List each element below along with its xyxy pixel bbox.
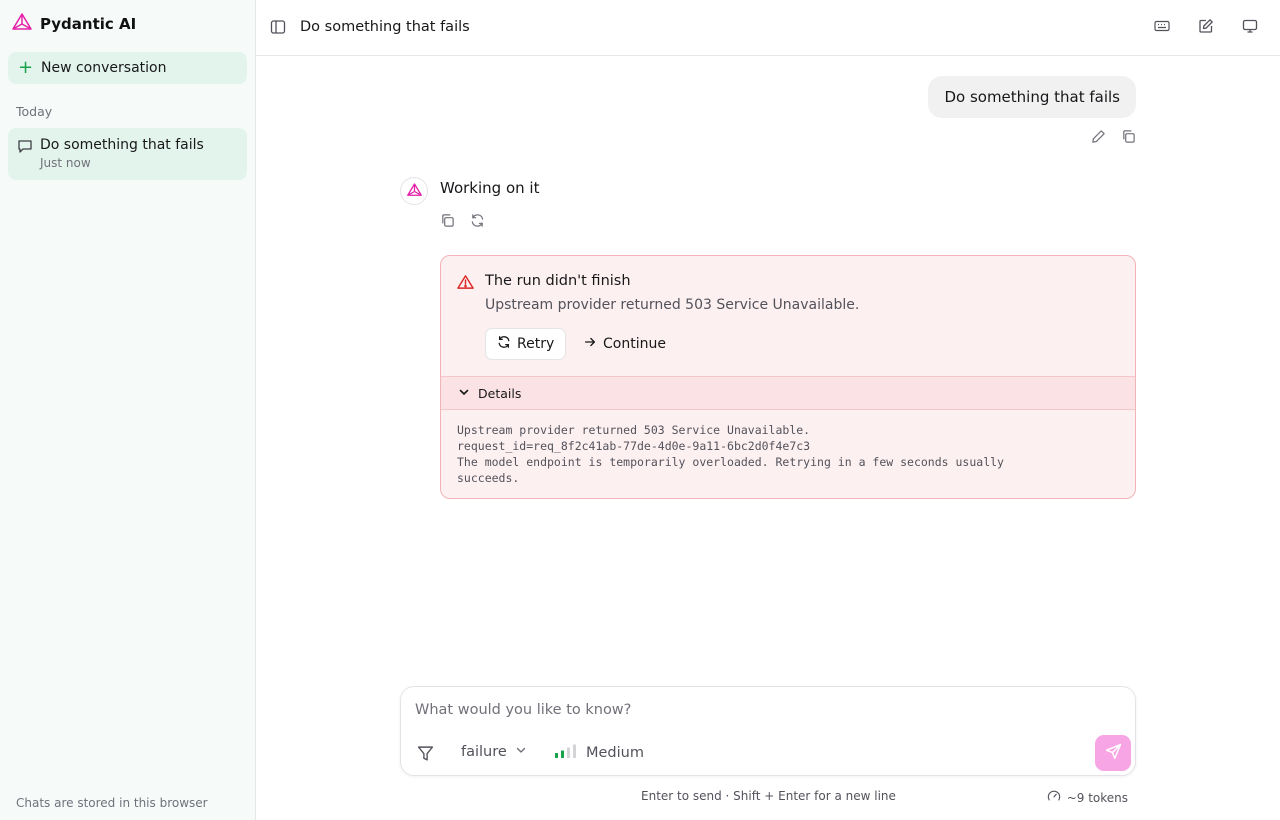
new-conversation-label: New conversation — [41, 60, 167, 76]
effort-selector[interactable]: Medium — [554, 744, 644, 762]
details-toggle[interactable]: Details — [441, 376, 1135, 410]
sidebar-toggle-icon[interactable] — [270, 19, 286, 39]
continue-label: Continue — [603, 336, 666, 352]
refresh-icon — [497, 335, 511, 353]
retry-label: Retry — [517, 336, 555, 352]
keyboard-icon[interactable] — [1154, 18, 1170, 38]
error-message: Upstream provider returned 503 Service U… — [485, 297, 860, 313]
chevron-down-icon — [515, 744, 527, 760]
new-conversation-button[interactable]: + New conversation — [8, 52, 247, 84]
model-value: failure — [461, 744, 507, 760]
sidebar: Pydantic AI + New conversation Today Do … — [0, 0, 256, 820]
error-card: The run didn't finish Upstream provider … — [440, 255, 1136, 499]
arrow-right-icon — [583, 335, 597, 353]
pydantic-logo-icon — [406, 182, 422, 201]
model-selector[interactable]: failure — [461, 744, 527, 760]
conversation-header-title: Do something that fails — [300, 19, 470, 35]
conversation-timestamp: Just now — [40, 156, 91, 170]
conversation-item[interactable]: Do something that fails Just now — [8, 128, 247, 180]
details-label: Details — [478, 385, 522, 401]
error-details-text: Upstream provider returned 503 Service U… — [457, 423, 1004, 485]
user-message: Do something that fails — [928, 76, 1136, 118]
message-input[interactable] — [415, 699, 1115, 721]
storage-note: Chats are stored in this browser — [16, 796, 208, 810]
pydantic-logo-icon — [12, 13, 32, 35]
section-label-today: Today — [16, 104, 53, 119]
user-message-text: Do something that fails — [944, 88, 1120, 106]
app-title: Pydantic AI — [40, 15, 137, 33]
filter-icon[interactable] — [417, 745, 434, 766]
top-bar: Do something that fails — [256, 0, 1280, 56]
warning-icon — [457, 274, 474, 294]
effort-value: Medium — [586, 745, 644, 761]
pencil-icon[interactable] — [1091, 129, 1106, 148]
continue-button[interactable]: Continue — [575, 328, 674, 360]
gauge-icon — [1047, 789, 1061, 806]
chat-bubble-icon — [17, 138, 33, 158]
assistant-avatar — [400, 177, 428, 205]
retry-button[interactable]: Retry — [485, 328, 567, 360]
monitor-icon[interactable] — [1242, 18, 1258, 38]
plus-icon: + — [18, 57, 34, 78]
token-counter: ~9 tokens — [1047, 789, 1128, 806]
copy-icon[interactable] — [1121, 129, 1136, 148]
send-button[interactable] — [1095, 735, 1131, 771]
token-count: ~9 tokens — [1066, 790, 1128, 805]
error-title: The run didn't finish — [485, 273, 631, 289]
chevron-down-icon — [458, 386, 470, 401]
send-icon — [1105, 743, 1122, 764]
assistant-message-text: Working on it — [440, 179, 540, 197]
keyboard-hint: Enter to send · Shift + Enter for a new … — [641, 789, 896, 803]
signal-bars-icon — [554, 744, 578, 762]
composer: failure Medium — [400, 686, 1136, 776]
edit-icon[interactable] — [1198, 18, 1214, 38]
copy-icon[interactable] — [440, 213, 455, 232]
refresh-icon[interactable] — [470, 213, 485, 232]
brand[interactable]: Pydantic AI — [12, 13, 137, 35]
conversation-title: Do something that fails — [40, 137, 204, 153]
